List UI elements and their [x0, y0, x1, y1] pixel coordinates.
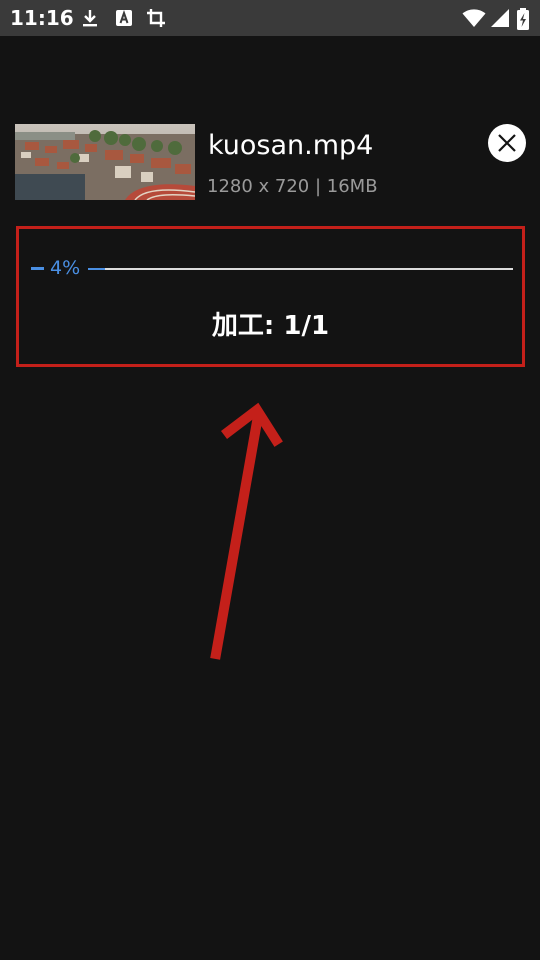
progress-dash	[31, 267, 44, 270]
battery-charging-icon	[516, 8, 530, 30]
wifi-icon	[462, 8, 486, 28]
progress-bar-fill	[88, 268, 105, 270]
close-button[interactable]	[488, 124, 526, 162]
status-time: 11:16	[10, 6, 74, 30]
download-icon	[80, 8, 100, 28]
status-bar: 11:16	[0, 0, 540, 36]
video-thumbnail	[15, 124, 195, 200]
file-name: kuosan.mp4	[208, 130, 374, 161]
progress-percent: 4%	[50, 257, 81, 279]
progress-panel: 4% 加工: 1/1	[16, 226, 525, 367]
crop-icon	[146, 8, 166, 28]
signal-icon	[490, 8, 510, 28]
progress-bar	[88, 268, 513, 270]
close-icon	[497, 133, 517, 153]
file-meta: 1280 x 720 | 16MB	[207, 176, 378, 197]
process-label: 加工: 1/1	[211, 311, 330, 341]
text-a-icon	[114, 8, 134, 28]
